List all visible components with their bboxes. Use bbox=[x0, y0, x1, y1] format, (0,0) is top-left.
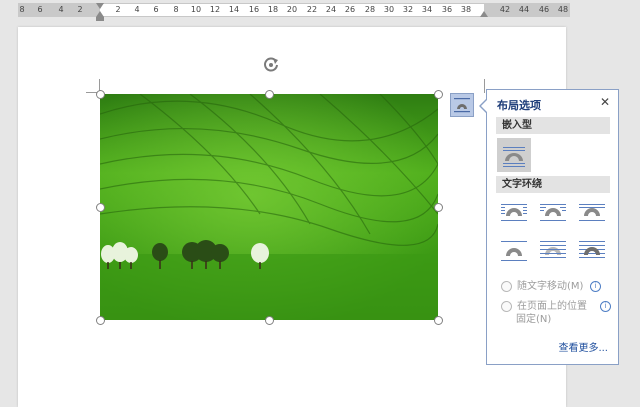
horizontal-ruler[interactable]: 8 6 4 2 2 4 6 8 10 12 14 16 18 20 22 24 26 28 30 32 34 36 38 42… bbox=[0, 0, 640, 21]
right-indent-marker[interactable] bbox=[480, 11, 488, 17]
ruler-tick-label: 14 bbox=[228, 5, 240, 14]
wrap-in-front-option[interactable] bbox=[575, 233, 609, 267]
move-with-text-label: 随文字移动(M) bbox=[517, 281, 584, 292]
ruler-tick-label: 28 bbox=[364, 5, 376, 14]
radio-circle[interactable] bbox=[501, 300, 512, 312]
green-rolling-field-photo[interactable] bbox=[100, 94, 438, 320]
inline-section-header: 嵌入型 bbox=[496, 117, 610, 134]
ruler-tick-label: 2 bbox=[77, 5, 83, 14]
square-wrap-icon bbox=[501, 204, 527, 221]
ruler-tick-label: 24 bbox=[325, 5, 337, 14]
ruler-tick-label: 48 bbox=[557, 5, 569, 14]
resize-handle-right[interactable] bbox=[434, 203, 443, 212]
margin-corner-mark bbox=[484, 79, 485, 93]
ruler-tick-label: 34 bbox=[421, 5, 433, 14]
fix-position-label-line2: 固定(N) bbox=[516, 314, 552, 325]
layout-options-panel: 布局选项 ✕ 嵌入型 文字环绕 随文字移动(M) i 在页面上的位置 固定(N)… bbox=[486, 89, 619, 365]
behind-text-icon bbox=[540, 241, 566, 258]
ruler-tick-label: 16 bbox=[248, 5, 260, 14]
ruler-tick-label: 4 bbox=[58, 5, 64, 14]
ruler-tick-label: 8 bbox=[19, 5, 25, 14]
ruler-tick-label: 20 bbox=[286, 5, 298, 14]
in-front-of-text-icon bbox=[579, 241, 605, 258]
ruler-tick-label: 36 bbox=[441, 5, 453, 14]
ruler-tick-label: 32 bbox=[402, 5, 414, 14]
ruler-tick-label: 30 bbox=[383, 5, 395, 14]
top-bottom-wrap-icon bbox=[501, 241, 527, 261]
wrap-through-option[interactable] bbox=[575, 196, 609, 230]
see-more-link[interactable]: 查看更多... bbox=[558, 339, 608, 354]
ruler-tick-label: 8 bbox=[173, 5, 179, 14]
rotate-icon[interactable] bbox=[261, 55, 281, 75]
panel-pointer-inner bbox=[481, 99, 488, 113]
ruler-tick-label: 22 bbox=[306, 5, 318, 14]
ruler-tick-label: 42 bbox=[499, 5, 511, 14]
ruler-tick-label: 6 bbox=[37, 5, 43, 14]
wrap-inline-option[interactable] bbox=[497, 138, 531, 172]
through-wrap-icon bbox=[579, 204, 605, 221]
fix-position-label-line1: 在页面上的位置 bbox=[517, 301, 587, 312]
resize-handle-bottom-right[interactable] bbox=[434, 316, 443, 325]
ruler-tick-label: 12 bbox=[209, 5, 221, 14]
layout-options-button[interactable] bbox=[450, 93, 474, 117]
wrap-behind-text-option[interactable] bbox=[536, 233, 570, 267]
wrap-square-option[interactable] bbox=[497, 196, 531, 230]
wrap-tight-option[interactable] bbox=[536, 196, 570, 230]
left-indent-marker[interactable] bbox=[96, 17, 104, 21]
ruler-tick-label: 44 bbox=[518, 5, 530, 14]
radio-circle[interactable] bbox=[501, 280, 512, 292]
resize-handle-top-right[interactable] bbox=[434, 90, 443, 99]
tight-wrap-icon bbox=[540, 204, 566, 221]
ruler-tick-label: 18 bbox=[267, 5, 279, 14]
resize-handle-top-left[interactable] bbox=[96, 90, 105, 99]
resize-handle-top[interactable] bbox=[265, 90, 274, 99]
ruler-tick-label: 4 bbox=[134, 5, 140, 14]
panel-title: 布局选项 bbox=[497, 99, 541, 112]
wrap-top-bottom-option[interactable] bbox=[497, 233, 531, 267]
ruler-tick-label: 2 bbox=[115, 5, 121, 14]
resize-handle-left[interactable] bbox=[96, 203, 105, 212]
ruler-tick-label: 6 bbox=[153, 5, 159, 14]
resize-handle-bottom[interactable] bbox=[265, 316, 274, 325]
ruler-tick-label: 26 bbox=[344, 5, 356, 14]
ruler-tick-label: 10 bbox=[190, 5, 202, 14]
info-icon[interactable]: i bbox=[590, 281, 601, 292]
close-icon[interactable]: ✕ bbox=[600, 95, 610, 109]
ruler-tick-label: 46 bbox=[538, 5, 550, 14]
resize-handle-bottom-left[interactable] bbox=[96, 316, 105, 325]
fix-position-radio[interactable]: 在页面上的位置 固定(N) bbox=[501, 300, 587, 326]
info-icon[interactable]: i bbox=[600, 301, 611, 312]
wrap-layout-icon bbox=[454, 98, 470, 113]
inline-wrap-icon bbox=[503, 147, 525, 167]
move-with-text-radio[interactable]: 随文字移动(M) bbox=[501, 280, 583, 293]
first-line-indent-marker[interactable] bbox=[96, 3, 104, 9]
wrap-section-header: 文字环绕 bbox=[496, 176, 610, 193]
ruler-tick-label: 38 bbox=[460, 5, 472, 14]
